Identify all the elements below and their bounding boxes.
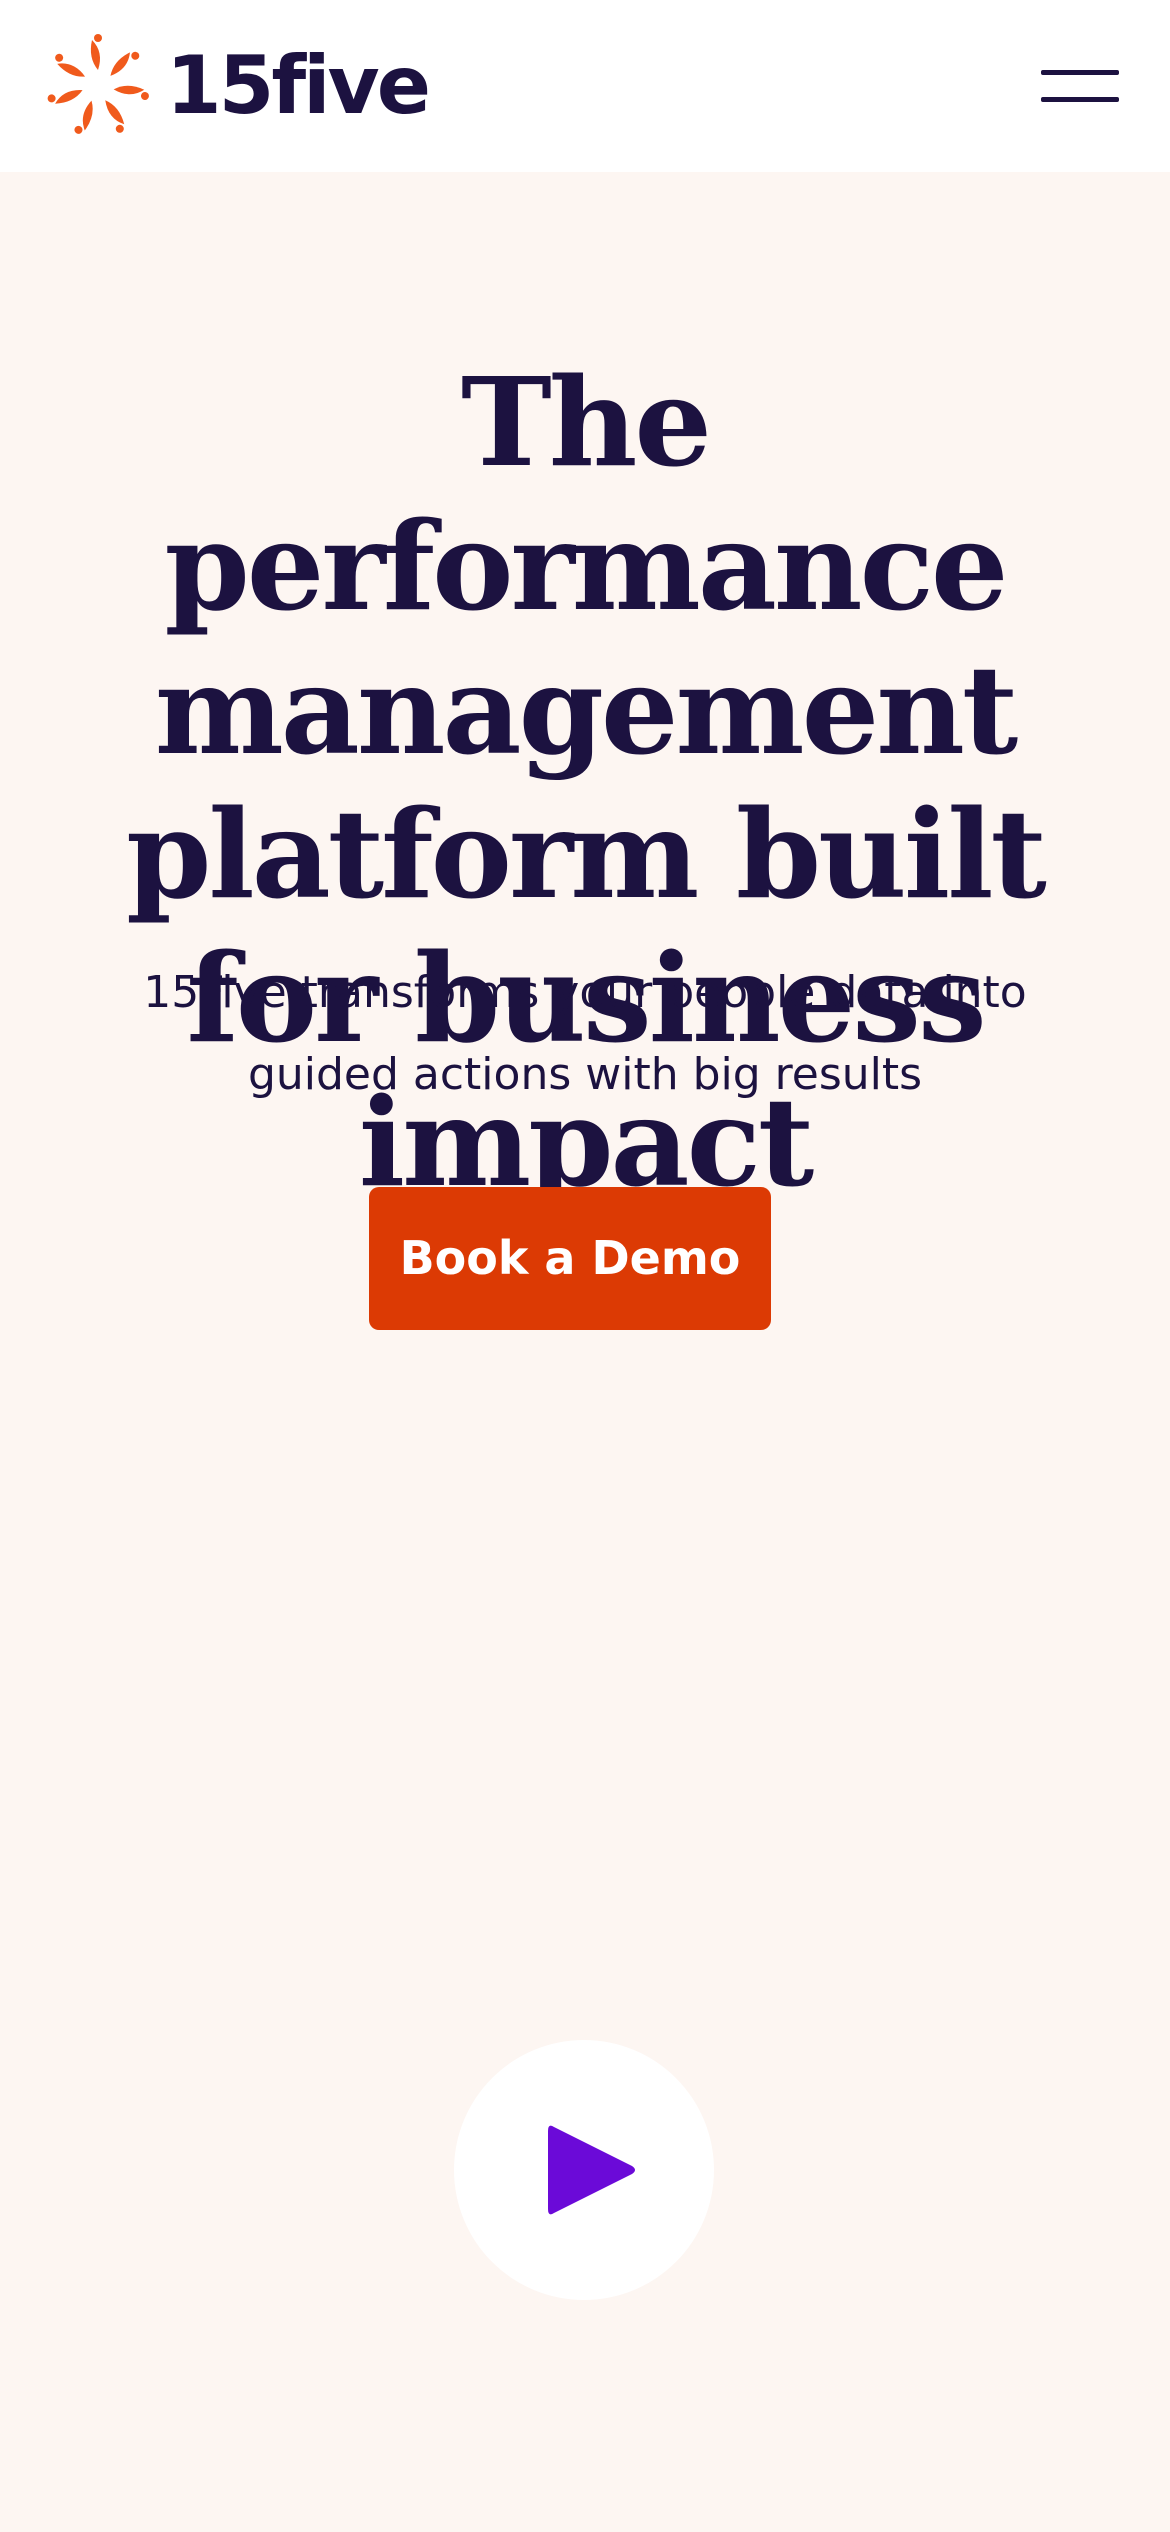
hamburger-menu-icon-bar — [1041, 97, 1119, 102]
site-header: 15five — [0, 0, 1170, 172]
book-demo-button[interactable]: Book a Demo — [369, 1187, 771, 1330]
hamburger-menu-button[interactable] — [1036, 56, 1124, 116]
logo-wordmark: 15five — [166, 39, 431, 132]
play-icon — [548, 2125, 635, 2215]
sunburst-logo-icon — [47, 34, 149, 134]
hero-subtitle: 15Five transforms your people data into … — [143, 967, 1027, 1100]
video-play-button[interactable] — [454, 2040, 714, 2300]
hamburger-menu-icon — [1041, 70, 1119, 75]
hero-section: The performance management platform buil… — [0, 172, 1170, 2532]
logo-link[interactable]: 15five — [46, 34, 431, 138]
